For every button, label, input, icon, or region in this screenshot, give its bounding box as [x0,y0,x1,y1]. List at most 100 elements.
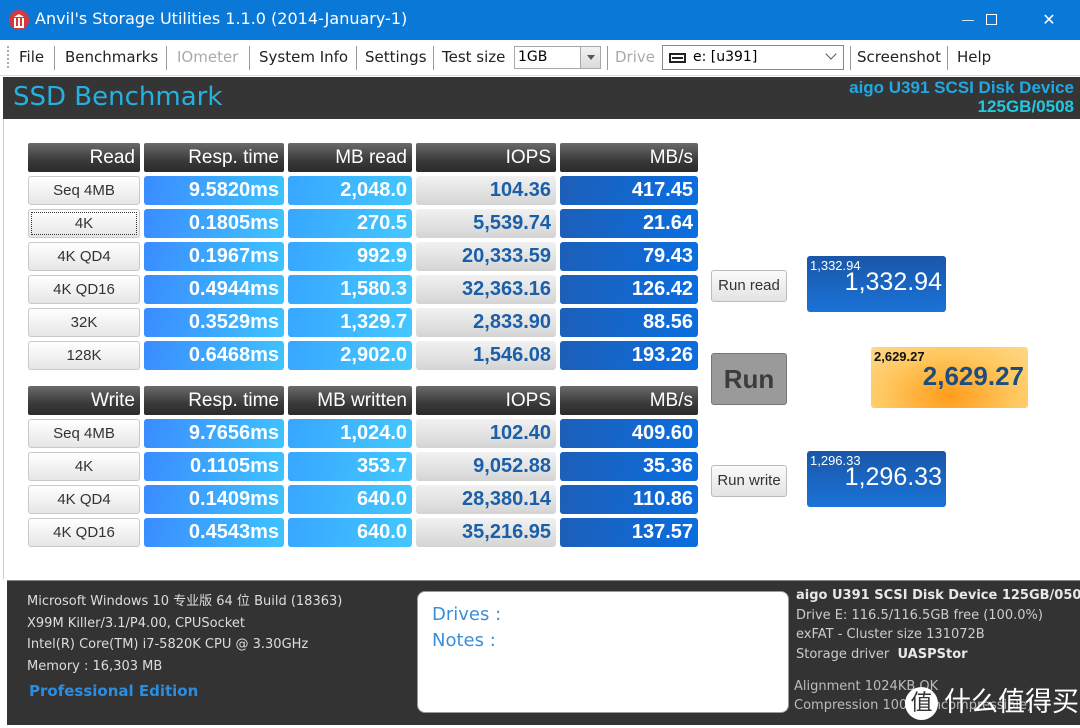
read-header-label: Read [28,143,140,172]
run-write-button[interactable]: Run write [711,465,787,497]
menu-iometer: IOmeter [177,48,239,66]
drive-free: Drive E: 116.5/116.5GB free (100.0%) [796,607,1043,623]
read-cell-resp-time: 0.1805ms [144,209,284,238]
run-button[interactable]: Run [711,353,787,405]
read-cell-mbps: 417.45 [560,176,698,205]
read-cell-iops: 20,333.59 [416,242,556,271]
read-header-mbps: MB/s [560,143,698,172]
write-cell-mbps: 137.57 [560,518,698,547]
read-row-button[interactable]: 128K [28,341,140,370]
write-cell-resp-time: 0.1409ms [144,485,284,514]
read-cell-iops: 32,363.16 [416,275,556,304]
drive-value: e: [u391] [693,49,758,65]
write-header-resp-time: Resp. time [144,386,284,415]
read-cell-mbps: 126.42 [560,275,698,304]
cpu-info: Intel(R) Core(TM) i7-5820K CPU @ 3.30GHz [27,637,309,652]
read-row-button[interactable]: 4K QD16 [28,275,140,304]
os-info: Microsoft Windows 10 专业版 64 位 Build (183… [27,594,343,609]
close-button[interactable]: ✕ [1026,0,1072,40]
test-size-select[interactable]: 1GB [514,46,601,69]
read-score: 1,332.94 1,332.94 [807,256,946,312]
total-score-small: 2,629.27 [874,349,925,364]
read-cell-resp-time: 0.6468ms [144,341,284,370]
menu-settings[interactable]: Settings [365,48,427,66]
read-cell-iops: 5,539.74 [416,209,556,238]
menu-benchmarks[interactable]: Benchmarks [65,48,158,66]
write-score-value: 1,296.33 [844,463,942,491]
storage-driver: Storage driver UASPStor [796,646,968,662]
read-cell-mb: 1,329.7 [288,308,412,337]
read-header-mb: MB read [288,143,412,172]
read-cell-mbps: 79.43 [560,242,698,271]
menu-screenshot[interactable]: Screenshot [857,48,941,66]
separator [54,46,55,70]
write-cell-mbps: 35.36 [560,452,698,481]
watermark-text: 什么值得买 [944,687,1079,718]
write-cell-resp-time: 0.4543ms [144,518,284,547]
read-cell-iops: 2,833.90 [416,308,556,337]
read-header-resp-time: Resp. time [144,143,284,172]
write-cell-mb: 353.7 [288,452,412,481]
read-header-iops: IOPS [416,143,556,172]
read-row-button[interactable]: 32K [28,308,140,337]
write-cell-mb: 640.0 [288,518,412,547]
write-row-button[interactable]: 4K QD16 [28,518,140,547]
write-cell-mbps: 409.60 [560,419,698,448]
write-cell-mbps: 110.86 [560,485,698,514]
read-cell-iops: 104.36 [416,176,556,205]
write-row-button[interactable]: Seq 4MB [28,419,140,448]
separator [850,46,851,70]
device-capacity: 125GB/0508 [977,97,1074,116]
read-row-button[interactable]: 4K [28,209,140,238]
notes-label: Notes : [432,630,496,651]
chevron-down-icon[interactable] [825,48,837,60]
read-row-button[interactable]: Seq 4MB [28,176,140,205]
drive-label: Drive [615,48,655,66]
run-read-button[interactable]: Run read [711,270,787,302]
total-score-value: 2,629.27 [922,361,1024,391]
drive-select[interactable]: e: [u391] [662,45,844,70]
edition-label: Professional Edition [29,682,199,700]
dropdown-arrow-icon[interactable] [580,47,600,68]
menu-file[interactable]: File [19,48,44,66]
benchmark-header: SSD Benchmark aigo U391 SCSI Disk Device… [3,77,1080,119]
menu-system-info[interactable]: System Info [259,48,348,66]
total-score: 2,629.27 2,629.27 [871,347,1028,408]
device-full-name: aigo U391 SCSI Disk Device 125GB/0508 [796,588,1080,603]
separator [166,46,167,70]
write-cell-mb: 640.0 [288,485,412,514]
read-cell-mbps: 193.26 [560,341,698,370]
read-row-button[interactable]: 4K QD4 [28,242,140,271]
read-cell-mbps: 21.64 [560,209,698,238]
write-cell-resp-time: 9.7656ms [144,419,284,448]
device-name: aigo U391 SCSI Disk Device [849,78,1074,97]
read-cell-mbps: 88.56 [560,308,698,337]
separator [249,46,250,70]
notes-box[interactable]: Drives : Notes : [417,591,789,713]
read-cell-mb: 1,580.3 [288,275,412,304]
maximize-button[interactable] [968,0,1014,40]
separator [947,46,948,70]
write-cell-iops: 28,380.14 [416,485,556,514]
system-info: Microsoft Windows 10 专业版 64 位 Build (183… [27,591,342,677]
write-cell-iops: 35,216.95 [416,518,556,547]
device-info: aigo U391 SCSI Disk Device 125GB/0508 Dr… [796,586,1080,664]
test-size-label: Test size [442,48,506,66]
read-cell-iops: 1,546.08 [416,341,556,370]
menu-help[interactable]: Help [957,48,991,66]
window-title: Anvil's Storage Utilities 1.1.0 (2014-Ja… [35,9,408,28]
read-cell-mb: 2,048.0 [288,176,412,205]
motherboard-info: X99M Killer/3.1/P4.00, CPUSocket [27,615,245,631]
read-cell-resp-time: 0.3529ms [144,308,284,337]
write-score: 1,296.33 1,296.33 [807,451,946,507]
write-header-iops: IOPS [416,386,556,415]
write-row-button[interactable]: 4K QD4 [28,485,140,514]
watermark: 值什么值得买 [905,680,1079,720]
write-row-button[interactable]: 4K [28,452,140,481]
read-cell-mb: 992.9 [288,242,412,271]
read-cell-mb: 2,902.0 [288,341,412,370]
separator [607,46,608,70]
toolbar-grip[interactable] [7,46,9,70]
read-cell-mb: 270.5 [288,209,412,238]
write-cell-mb: 1,024.0 [288,419,412,448]
